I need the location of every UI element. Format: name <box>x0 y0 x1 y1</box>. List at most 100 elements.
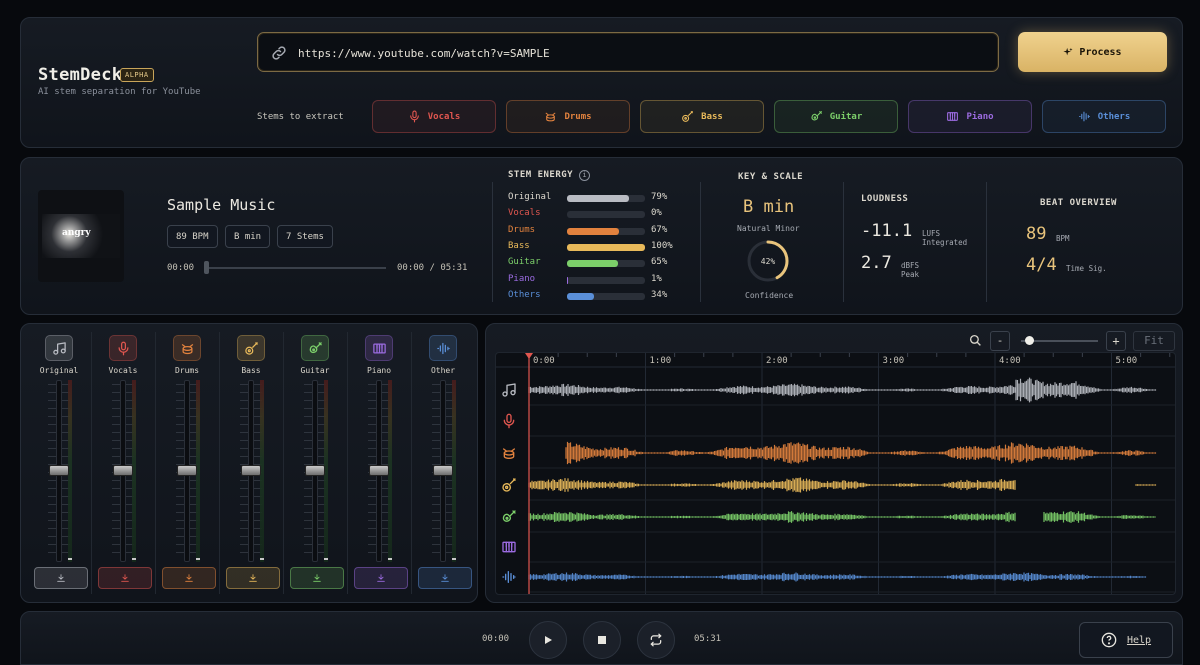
stem-chip-vocals[interactable]: Vocals <box>372 100 496 133</box>
channel-strip-piano: Piano <box>354 324 418 604</box>
energy-row: Vocals 0% <box>508 207 678 221</box>
channel-icon[interactable] <box>237 335 265 361</box>
playhead-marker[interactable] <box>525 353 533 359</box>
channel-icon[interactable] <box>301 335 329 361</box>
channel-icon[interactable] <box>45 335 73 361</box>
download-icon <box>184 573 194 583</box>
download-icon <box>56 573 66 583</box>
download-button[interactable] <box>34 567 88 589</box>
meter-peak <box>260 558 264 560</box>
waveform-trace <box>528 511 1156 523</box>
energy-bar <box>567 195 645 202</box>
channel-icon[interactable] <box>365 335 393 361</box>
drum-icon <box>180 341 195 356</box>
waveform-icon <box>502 571 516 583</box>
mic-icon <box>116 341 131 356</box>
stem-chip-others[interactable]: Others <box>1042 100 1166 133</box>
channel-icon[interactable] <box>109 335 137 361</box>
lufs-value: -11.1 <box>861 221 913 241</box>
time-label: 0:00 <box>533 356 555 366</box>
fader-handle[interactable] <box>113 465 133 476</box>
loop-button[interactable] <box>637 621 675 659</box>
channel-divider <box>411 332 412 594</box>
process-button[interactable]: Process <box>1018 32 1167 72</box>
energy-percent: 34% <box>651 289 668 300</box>
beat-overview-heading: BEAT OVERVIEW <box>1040 198 1117 208</box>
channel-icon[interactable] <box>429 335 457 361</box>
time-label: 4:00 <box>999 356 1021 366</box>
search-icon[interactable] <box>969 334 982 347</box>
download-icon <box>376 573 386 583</box>
download-button[interactable] <box>226 567 280 589</box>
download-icon <box>440 573 450 583</box>
energy-bar <box>567 292 645 300</box>
piano-icon <box>372 341 387 356</box>
stem-chip-label: Others <box>1097 111 1131 122</box>
bass-guitar-icon <box>502 478 516 492</box>
info-icon[interactable]: i <box>579 170 590 181</box>
energy-name: Vocals <box>508 208 541 219</box>
download-button[interactable] <box>98 567 152 589</box>
fader-handle[interactable] <box>369 465 389 476</box>
download-button[interactable] <box>418 567 472 589</box>
fader-handle[interactable] <box>433 465 453 476</box>
fit-button[interactable]: Fit <box>1133 331 1175 351</box>
energy-percent: 67% <box>651 224 668 235</box>
fader-handle[interactable] <box>177 465 197 476</box>
stem-chip-label: Drums <box>564 111 592 122</box>
download-button[interactable] <box>162 567 216 589</box>
download-button[interactable] <box>290 567 344 589</box>
loudness-heading: LOUDNESS <box>861 194 909 204</box>
stop-button[interactable] <box>583 621 621 659</box>
stem-chip-label: Piano <box>966 111 994 122</box>
zoom-slider-handle[interactable] <box>1024 336 1034 345</box>
stem-chip-bass[interactable]: Bass <box>640 100 764 133</box>
music-note-icon <box>52 341 67 356</box>
progress-track[interactable] <box>206 267 386 269</box>
time-signature-value: 4/4 <box>1026 255 1057 275</box>
channel-strip-drums: Drums <box>162 324 226 604</box>
stem-chip-drums[interactable]: Drums <box>506 100 630 133</box>
energy-bar-fill <box>567 243 645 251</box>
stop-icon <box>598 636 606 644</box>
divider <box>492 182 493 302</box>
drum-icon <box>503 448 515 459</box>
track-info-panel: angry Sample Music 89 BPM B min 7 Stems … <box>20 157 1183 315</box>
waveform-canvas[interactable]: 0:00 1:00 2:00 3:00 4:00 5:00 <box>496 353 1176 595</box>
divider <box>986 182 987 302</box>
channel-divider <box>91 332 92 594</box>
energy-bar-fill <box>567 260 618 268</box>
energy-row: Others 34% <box>508 289 678 303</box>
channel-icon[interactable] <box>173 335 201 361</box>
zoom-out-button[interactable]: - <box>990 331 1010 351</box>
waveform-trace <box>528 477 1157 493</box>
url-field[interactable] <box>257 32 999 72</box>
stem-chip-piano[interactable]: Piano <box>908 100 1032 133</box>
guitar-icon <box>810 110 823 123</box>
progress-handle[interactable] <box>204 261 209 274</box>
energy-row: Piano 1% <box>508 273 678 287</box>
divider <box>843 182 844 302</box>
zoom-in-button[interactable]: + <box>1106 331 1126 351</box>
waveform-view[interactable]: 0:00 1:00 2:00 3:00 4:00 5:00 <box>495 352 1176 595</box>
current-time: 00:00 <box>482 634 510 644</box>
waveform-trace <box>528 572 1147 582</box>
piano-icon <box>502 541 516 553</box>
energy-percent: 79% <box>651 192 668 202</box>
process-label: Process <box>1079 46 1122 58</box>
energy-bar-fill <box>567 195 629 202</box>
waveform-trace <box>565 441 1157 465</box>
fader-handle[interactable] <box>305 465 325 476</box>
fader-handle[interactable] <box>241 465 261 476</box>
help-button[interactable]: Help <box>1079 622 1173 658</box>
stem-chip-label: Bass <box>701 111 723 122</box>
play-button[interactable] <box>529 621 567 659</box>
url-input[interactable] <box>298 44 978 62</box>
stem-chip-label: Vocals <box>427 111 461 122</box>
time-label: 5:00 <box>1116 356 1138 366</box>
download-button[interactable] <box>354 567 408 589</box>
peak-value: 2.7 <box>861 253 892 273</box>
channel-strip-original: Original <box>34 324 98 604</box>
stem-chip-guitar[interactable]: Guitar <box>774 100 898 133</box>
fader-handle[interactable] <box>49 465 69 476</box>
